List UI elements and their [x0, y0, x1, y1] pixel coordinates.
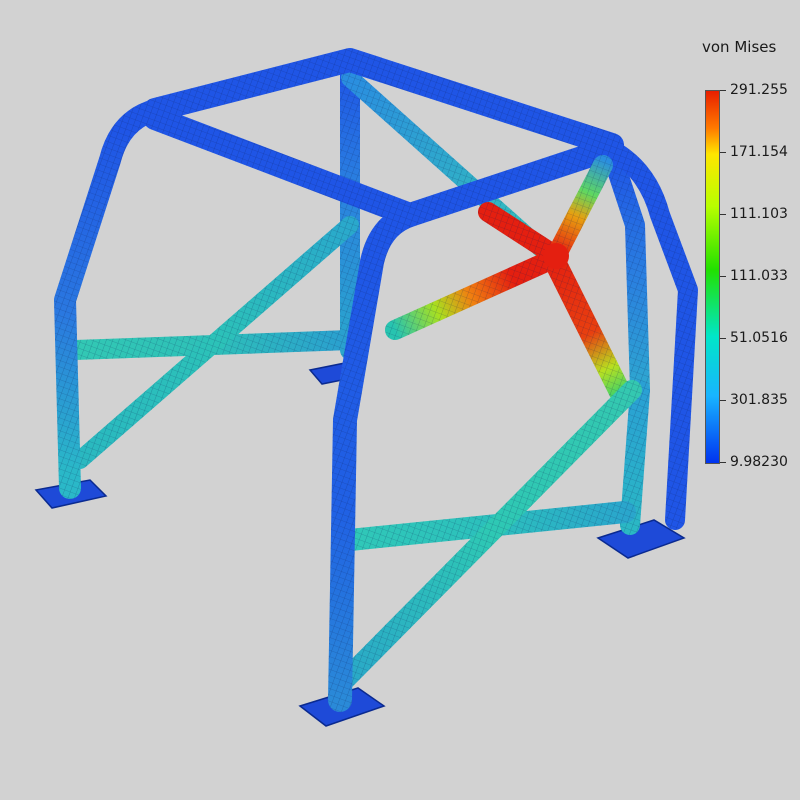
roll-cage-fea-viewport [34, 48, 698, 727]
legend-tick [720, 462, 726, 463]
legend-title: von Mises [702, 38, 777, 56]
legend-tick [720, 214, 726, 215]
legend-label: 301.835 [730, 392, 788, 408]
legend-label: 171.154 [730, 144, 788, 160]
color-scale-bar [705, 90, 720, 464]
legend-label: 51.0516 [730, 330, 788, 346]
legend-tick [720, 400, 726, 401]
legend-tick [720, 90, 726, 91]
legend-tick [720, 338, 726, 339]
legend-label: 9.98230 [730, 454, 788, 470]
legend-tick [720, 152, 726, 153]
legend-label: 291.255 [730, 82, 788, 98]
roof-hoop [143, 48, 624, 227]
legend-label: 111.103 [730, 206, 788, 222]
legend-tick [720, 276, 726, 277]
legend-label: 111.033 [730, 268, 788, 284]
back-frame [340, 62, 698, 535]
